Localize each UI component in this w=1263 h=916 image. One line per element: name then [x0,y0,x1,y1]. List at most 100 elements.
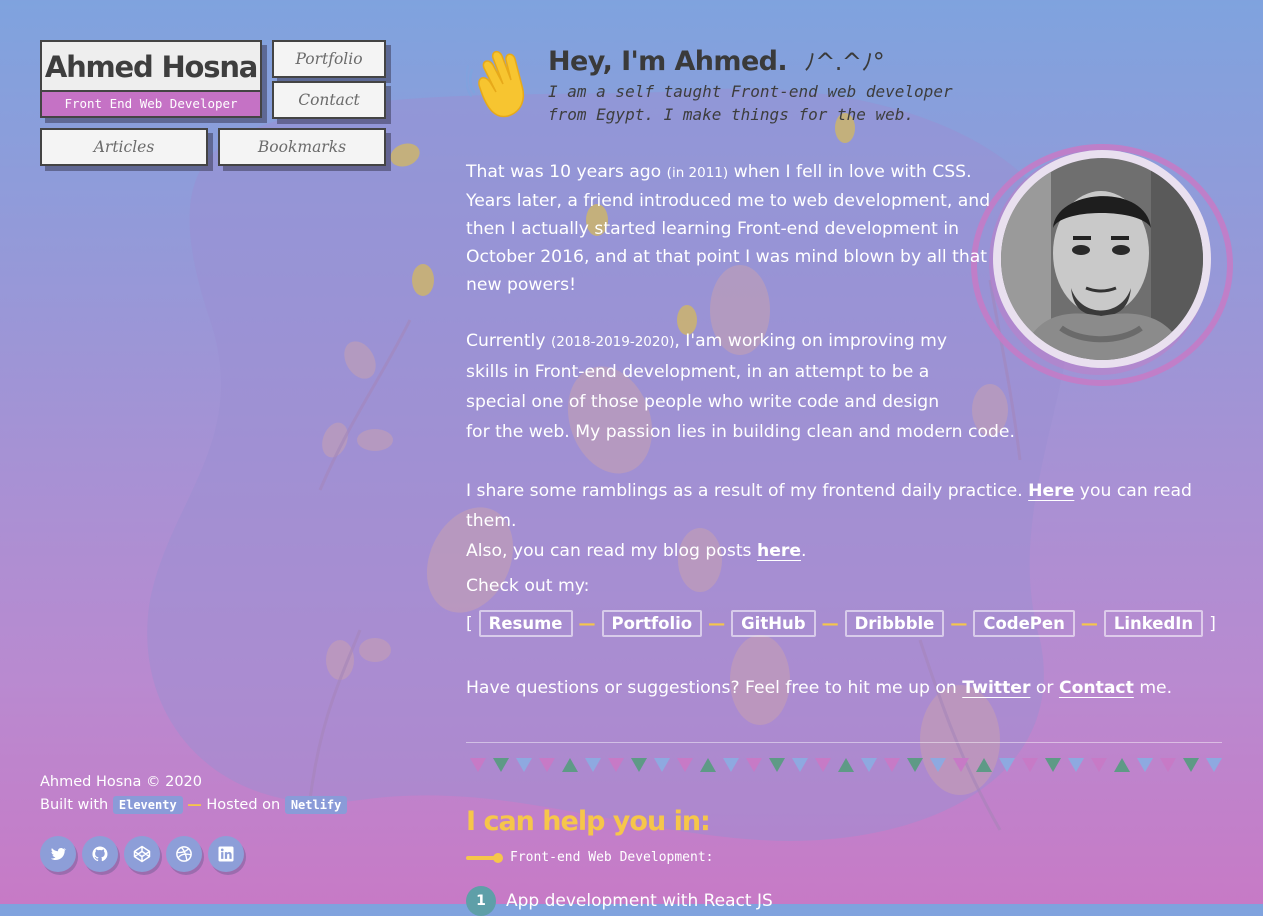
avatar-photo [1001,158,1203,360]
greeting-subtitle-line2: from Egypt. I make things for the web. [548,105,915,124]
intro-p1-a: That was 10 years ago [466,162,662,182]
intro-p2-line2: skills in Front-end development, in an a… [466,362,930,382]
pattern-triangle [1091,758,1107,772]
intro-p3-a: I share some ramblings as a result of my… [466,481,1023,501]
twitter-icon[interactable] [40,836,76,872]
help-subtitle: Front-end Web Development: [466,850,714,865]
intro-p1-line2: Years later, a friend introduced me to w… [466,191,991,211]
greeting-title-text: Hey, I'm Ahmed. [548,46,788,77]
portfolio-link[interactable]: Portfolio [601,610,703,637]
footer-dash: — [187,797,202,813]
greeting-subtitle-line1: I am a self taught Front-end web develop… [548,82,953,101]
bracket-close: ] [1209,613,1216,634]
pattern-triangle [585,758,601,772]
hosted-on-label: Hosted on [206,797,281,813]
twitter-link[interactable]: Twitter [962,678,1030,698]
help-item: 1 App development with React JS [466,886,773,916]
bracket-open: [ [466,613,473,634]
link-separator: — [708,613,726,634]
pattern-triangle [1137,758,1153,772]
help-title: I can help you in: [466,806,711,837]
brand-role: Front End Web Developer [42,90,260,116]
help-item-number: 1 [466,886,496,916]
pattern-triangle [1045,758,1061,772]
link-separator: — [950,613,968,634]
intro-p2-b: , I'am working on improving my [674,331,948,351]
codepen-icon[interactable] [124,836,160,872]
pattern-triangle [723,758,739,772]
intro-p1-small: (in 2011) [666,165,729,181]
copyright: Ahmed Hosna © 2020 [40,774,202,790]
contact-text: Have questions or suggestions? Feel free… [466,678,957,698]
github-link[interactable]: GitHub [731,610,816,637]
social-links [40,836,244,872]
dribbble-link[interactable]: Dribbble [844,610,945,637]
codepen-link[interactable]: CodePen [973,610,1075,637]
pattern-triangle [976,758,992,772]
pattern-triangle [769,758,785,772]
intro-p1-b: when I fell in love with CSS. [733,162,972,182]
section-divider [466,742,1222,743]
site-footer: Ahmed Hosna © 2020 Built with Eleventy —… [40,774,348,814]
contact-link[interactable]: Contact [1059,678,1134,698]
pattern-triangle [1206,758,1222,772]
dribbble-icon[interactable] [166,836,202,872]
articles-here-link[interactable]: Here [1028,481,1074,501]
brand-name[interactable]: Ahmed Hosna [42,50,260,84]
intro-p2-line4: for the web. My passion lies in building… [466,422,1015,442]
pattern-triangle [930,758,946,772]
pattern-triangle [562,758,578,772]
pattern-triangle [1183,758,1199,772]
pattern-triangle [608,758,624,772]
blog-here-link[interactable]: here [757,541,801,561]
intro-p2-line3: special one of those people who write co… [466,392,940,412]
greeting-emoticon: ﾉ^.^ﾉ° [803,48,885,76]
pattern-triangle [631,758,647,772]
intro-p3-c: Also, you can read my blog posts [466,541,752,561]
pattern-triangle [884,758,900,772]
pattern-triangle [953,758,969,772]
intro-p1-line5: new powers! [466,275,576,295]
github-icon[interactable] [82,836,118,872]
profile-links: [ Resume — Portfolio — GitHub — Dribbble… [466,610,1216,637]
link-separator: — [578,613,596,634]
linkedin-icon[interactable] [208,836,244,872]
greeting-title: Hey, I'm Ahmed. ﾉ^.^ﾉ° [548,42,885,77]
pattern-triangle [1160,758,1176,772]
triangle-pattern [470,758,1222,772]
intro-p1-line4: October 2016, and at that point I was mi… [466,247,988,267]
link-separator: — [1080,613,1098,634]
nav-contact[interactable]: Contact [272,81,386,119]
nav-bookmarks[interactable]: Bookmarks [218,128,386,166]
pattern-triangle [1068,758,1084,772]
contact-paragraph: Have questions or suggestions? Feel free… [466,674,1172,702]
intro-paragraph-1: That was 10 years ago (in 2011) when I f… [466,158,990,299]
nav-articles[interactable]: Articles [40,128,208,166]
intro-p3-end: . [801,541,807,561]
netlify-link[interactable]: Netlify [284,796,348,814]
built-with-line: Built with Eleventy — Hosted on Netlify [40,796,348,814]
help-item-label: App development with React JS [506,891,773,911]
intro-p2-small: (2018-2019-2020) [550,334,675,350]
brand-card[interactable]: Ahmed Hosna Front End Web Developer [40,40,262,118]
built-with-label: Built with [40,797,109,813]
pattern-triangle [539,758,555,772]
pattern-triangle [1022,758,1038,772]
eleventy-link[interactable]: Eleventy [112,796,183,814]
contact-end: me. [1139,678,1173,698]
pattern-triangle [654,758,670,772]
pattern-triangle [700,758,716,772]
pattern-triangle [746,758,762,772]
nav-portfolio[interactable]: Portfolio [272,40,386,78]
linkedin-link[interactable]: LinkedIn [1103,610,1204,637]
pattern-triangle [838,758,854,772]
contact-or: or [1035,678,1054,698]
intro-p1-line3: then I actually started learning Front-e… [466,219,960,239]
intro-paragraph-2: Currently (2018-2019-2020), I'am working… [466,326,1015,447]
checkout-label: Check out my: [466,576,590,596]
pattern-triangle [792,758,808,772]
resume-link[interactable]: Resume [478,610,573,637]
pattern-triangle [677,758,693,772]
intro-paragraph-3: I share some ramblings as a result of my… [466,476,1226,566]
pattern-triangle [907,758,923,772]
